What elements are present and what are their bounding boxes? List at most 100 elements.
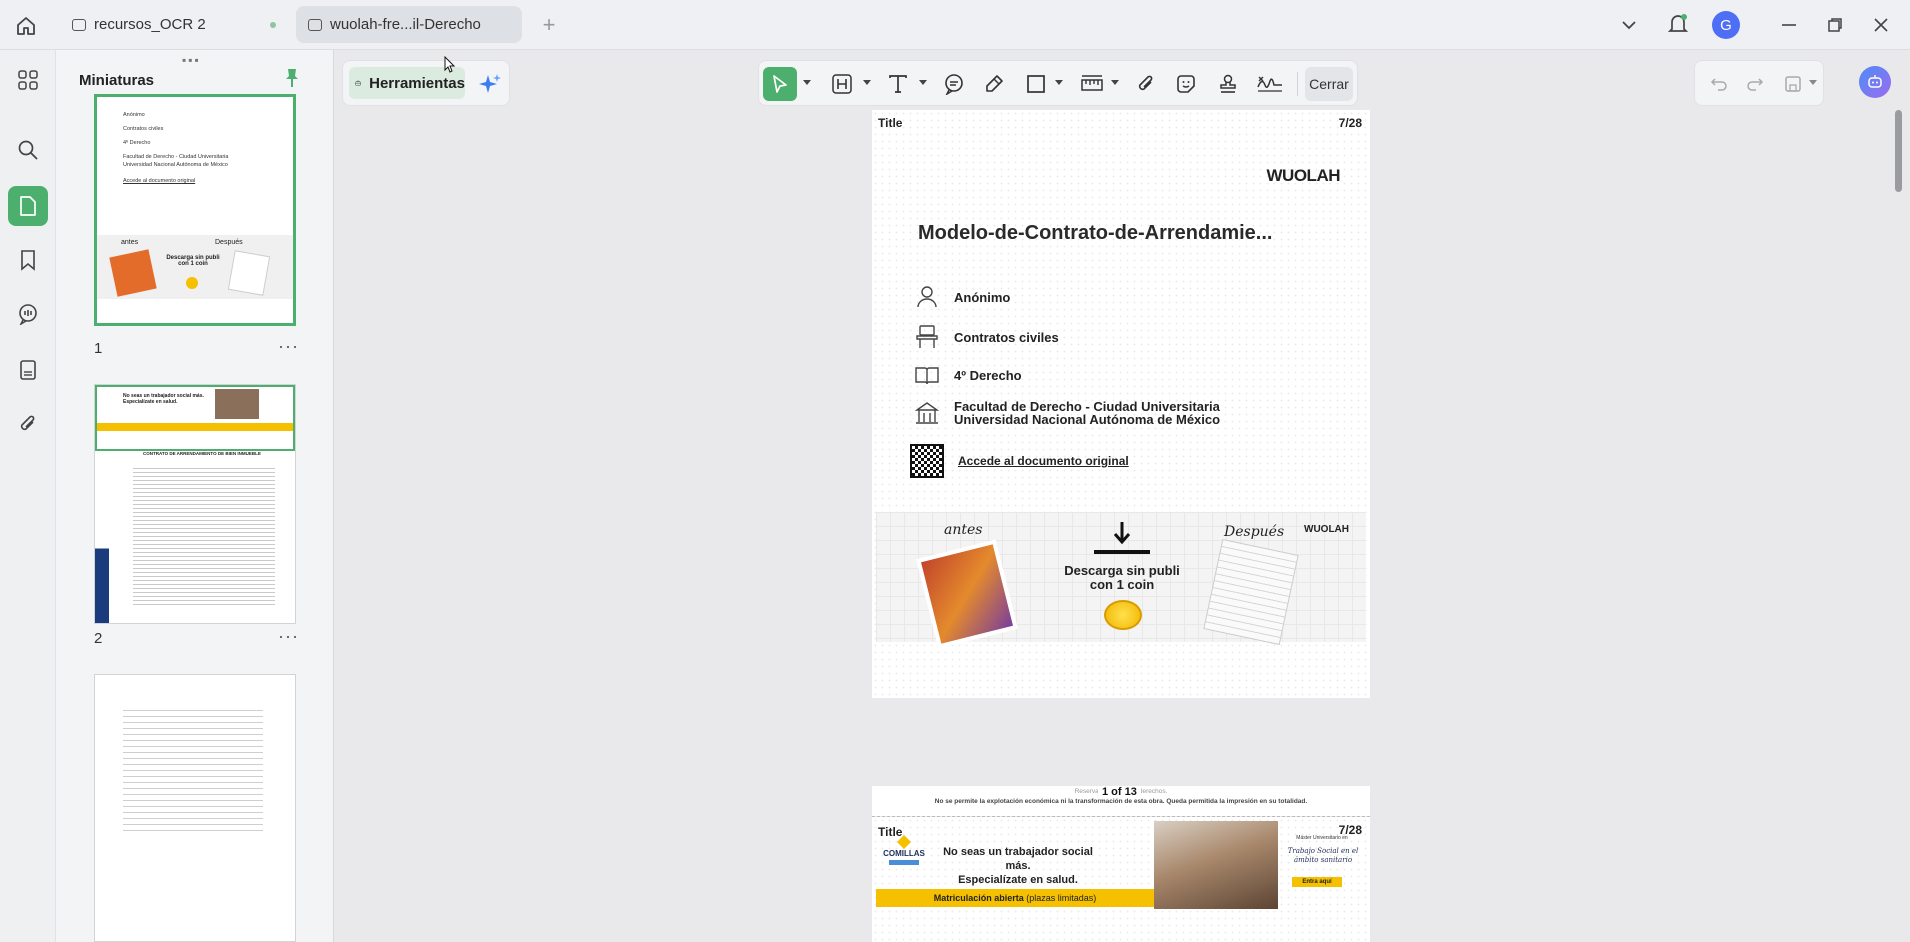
book-icon <box>914 362 940 388</box>
promo-banner[interactable]: antes Después WUOLAH Descarga sin publi … <box>876 512 1366 649</box>
cursor-pointer-icon <box>444 55 456 79</box>
meta-subject-row: Contratos civiles <box>914 324 1059 350</box>
tab-label: recursos_OCR 2 <box>94 16 206 33</box>
banner-extra: (plazas limitadas) <box>1026 893 1097 903</box>
redo-icon[interactable] <box>1741 70 1769 98</box>
thumb-body-lines <box>123 705 263 835</box>
close-tools-button[interactable]: Cerrar <box>1305 67 1353 101</box>
chevron-down-icon[interactable] <box>919 80 927 85</box>
thumbnail-page-1[interactable]: Anónimo Contratos civiles 4º Derecho Fac… <box>94 94 296 326</box>
chevron-down-icon[interactable] <box>1809 80 1817 85</box>
promo-brand: WUOLAH <box>1304 524 1349 535</box>
thumb1-meta: Anónimo Contratos civiles 4º Derecho Fac… <box>109 111 228 185</box>
thumb-text: Contratos civiles <box>123 126 164 132</box>
unsaved-dot-icon <box>270 22 276 28</box>
avatar[interactable]: G <box>1712 11 1740 39</box>
ai-sparkle-icon[interactable] <box>475 69 505 99</box>
chevron-down-icon[interactable] <box>803 80 811 85</box>
stamp-icon[interactable] <box>1213 69 1243 99</box>
thumbnail-more-icon[interactable]: ··· <box>278 626 299 647</box>
thumb-text: Facultad de Derecho - Ciudad Universitar… <box>123 154 229 160</box>
heading-tool-icon[interactable] <box>827 69 857 99</box>
home-icon[interactable] <box>12 12 40 40</box>
signature-icon[interactable] <box>1255 69 1285 99</box>
footer-rights-line2: No se permite la explotación económica n… <box>934 798 1308 805</box>
chevron-down-icon[interactable] <box>1111 80 1119 85</box>
thumb2-ad: No seas un trabajador social más. Especi… <box>95 385 295 451</box>
promo-cta-line2: con 1 coin <box>1089 577 1155 592</box>
thumb-sidebar-strip <box>95 457 109 623</box>
meta-faculty: Facultad de Derecho - Ciudad Universitar… <box>954 400 1220 426</box>
highlighter-icon[interactable] <box>979 69 1009 99</box>
pin-icon[interactable] <box>280 66 304 90</box>
document-page-1: Title 7/28 WUOLAH Modelo-de-Contrato-de-… <box>872 110 1370 805</box>
cursor-arrow-icon <box>773 75 787 93</box>
tools-toolbar: Herramientas <box>342 60 510 106</box>
ad-headline-line2: Especialízate en salud. <box>958 874 1078 886</box>
search-icon[interactable] <box>14 136 42 164</box>
promo-flyer-colorful <box>916 539 1018 649</box>
close-window-icon[interactable] <box>1868 12 1894 38</box>
sticker-icon[interactable] <box>1171 69 1201 99</box>
thumb-text: Universidad Nacional Autónoma de México <box>123 162 228 168</box>
shape-tool-icon[interactable] <box>1021 69 1051 99</box>
original-document-link[interactable]: Accede al documento original <box>958 454 1129 468</box>
thumbnails-panel: ▪▪▪ Miniaturas Anónimo Contratos civiles… <box>56 50 334 942</box>
meta-author: Anónimo <box>954 289 1011 305</box>
document-viewer: Herramientas Cerrar Title 7/28 WUOLAH Mo… <box>334 50 1910 942</box>
chevron-down-icon[interactable] <box>1055 80 1063 85</box>
document-tab-icon <box>72 18 86 31</box>
thumbnail-page-3[interactable] <box>94 674 296 942</box>
thumb-ad-cta: Descarga sin publi con 1 coin <box>166 255 220 267</box>
thumbnail-more-icon[interactable]: ··· <box>278 336 299 357</box>
school-emblem-icon <box>897 835 911 849</box>
tab-label: wuolah-fre...il-Derecho <box>330 16 481 33</box>
undo-icon[interactable] <box>1705 70 1733 98</box>
meta-faculty-line2: Universidad Nacional Autónoma de México <box>954 412 1221 427</box>
select-tool-button[interactable] <box>763 67 797 101</box>
thumbnail-number: 1 <box>94 340 103 357</box>
ad-right-small: Máster Universitario en <box>1296 835 1348 841</box>
page-header-title: Title <box>878 116 903 130</box>
promo-after-label: Después <box>1224 524 1285 540</box>
attachment-icon[interactable] <box>14 410 42 438</box>
down-arrow-icon <box>1112 520 1132 551</box>
thumbnails-panel-button[interactable] <box>8 186 48 226</box>
comments-icon[interactable] <box>14 300 42 328</box>
document-info-icon[interactable] <box>14 356 42 384</box>
new-tab-icon[interactable]: + <box>536 12 562 38</box>
thumb-flyer-left <box>109 249 157 297</box>
thumb-heading: CONTRATO DE ARRENDAMIENTO DE BIEN INMUEB… <box>143 451 261 456</box>
meta-course: 4º Derecho <box>954 367 1022 383</box>
restore-icon[interactable] <box>1822 12 1848 38</box>
assistant-button[interactable] <box>1859 66 1891 98</box>
thumbnail-number: 2 <box>94 630 103 647</box>
user-icon <box>914 284 940 310</box>
thumb-text: Anónimo <box>123 112 145 118</box>
chevron-down-icon[interactable] <box>1616 12 1642 38</box>
meta-course-row: 4º Derecho <box>914 362 1022 388</box>
page-icon <box>20 196 36 216</box>
tab-wuolah[interactable]: wuolah-fre...il-Derecho <box>296 6 522 43</box>
comment-tool-icon[interactable] <box>939 69 969 99</box>
thumb-ad-banner <box>97 423 293 431</box>
ad-headline: No seas un trabajador social más. Especi… <box>938 845 1098 887</box>
tab-recursos-ocr[interactable]: recursos_OCR 2 <box>60 6 290 43</box>
thumb-link: Accede al documento original <box>123 178 196 184</box>
left-rail <box>0 50 56 942</box>
thumbnail-page-2[interactable]: No seas un trabajador social más. Especi… <box>94 384 296 624</box>
thumb-body-lines <box>133 465 275 605</box>
panel-drag-handle[interactable]: ▪▪▪ <box>182 53 201 67</box>
ad-cta-button[interactable]: Entra aquí <box>1292 877 1342 887</box>
minimize-icon[interactable] <box>1776 12 1802 38</box>
text-tool-icon[interactable] <box>883 69 913 99</box>
attachment-tool-icon[interactable] <box>1131 69 1161 99</box>
apps-grid-icon[interactable] <box>14 66 42 94</box>
save-icon[interactable] <box>1779 70 1807 98</box>
bookmark-icon[interactable] <box>14 246 42 274</box>
notification-bell-icon[interactable] <box>1664 10 1692 38</box>
chevron-down-icon[interactable] <box>863 80 871 85</box>
vertical-scrollbar[interactable] <box>1895 110 1902 192</box>
measure-tool-icon[interactable] <box>1077 69 1107 99</box>
promo-cta: Descarga sin publi con 1 coin <box>1036 564 1208 592</box>
